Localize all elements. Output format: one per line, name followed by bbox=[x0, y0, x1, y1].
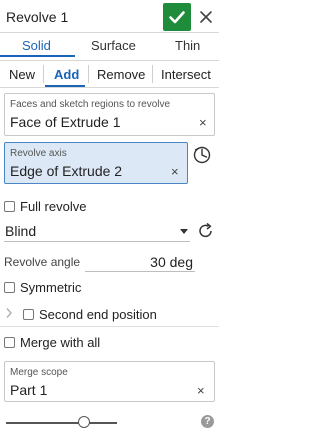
revolve-angle-value: 30 deg bbox=[150, 254, 193, 270]
clear-faces-button[interactable]: × bbox=[199, 115, 207, 130]
operation-tabs: New Add Remove Intersect bbox=[0, 60, 219, 88]
second-end-position-checkbox[interactable]: Second end position bbox=[23, 306, 157, 322]
symmetric-box[interactable] bbox=[4, 281, 15, 293]
end-type-value: Blind bbox=[5, 223, 37, 239]
axis-field-label: Revolve axis bbox=[10, 148, 67, 159]
axis-direction-icon[interactable] bbox=[192, 145, 212, 165]
symmetric-checkbox[interactable]: Symmetric bbox=[4, 279, 81, 295]
clear-axis-button[interactable]: × bbox=[171, 164, 179, 179]
op-intersect[interactable]: Intersect bbox=[161, 67, 211, 82]
tab-solid[interactable]: Solid bbox=[22, 38, 51, 53]
slider-handle[interactable] bbox=[78, 416, 90, 428]
revolve-angle-input[interactable]: 30 deg bbox=[85, 251, 195, 272]
merge-scope-field[interactable]: Merge scope Part 1 × bbox=[4, 361, 215, 402]
clear-merge-scope-button[interactable]: × bbox=[197, 383, 205, 398]
slider-track[interactable] bbox=[6, 422, 117, 424]
revolve-angle-label: Revolve angle bbox=[4, 255, 81, 269]
faces-to-revolve-field[interactable]: Faces and sketch regions to revolve Face… bbox=[4, 93, 215, 136]
op-new[interactable]: New bbox=[9, 67, 35, 82]
chevron-right-icon[interactable] bbox=[5, 307, 13, 319]
active-op-indicator bbox=[45, 85, 85, 87]
op-separator bbox=[152, 65, 153, 83]
help-icon[interactable]: ? bbox=[201, 415, 214, 428]
merge-scope-value: Part 1 bbox=[10, 382, 48, 398]
section-divider bbox=[0, 326, 219, 327]
full-revolve-label: Full revolve bbox=[20, 198, 87, 214]
op-add[interactable]: Add bbox=[54, 67, 79, 82]
merge-scope-label: Merge scope bbox=[10, 367, 68, 378]
tab-surface[interactable]: Surface bbox=[91, 38, 136, 53]
flip-direction-icon[interactable] bbox=[197, 222, 215, 240]
merge-with-all-label: Merge with all bbox=[20, 334, 101, 350]
tab-thin[interactable]: Thin bbox=[175, 38, 200, 53]
cancel-button[interactable] bbox=[193, 3, 219, 31]
end-type-select[interactable]: Blind bbox=[4, 220, 190, 242]
axis-field-value: Edge of Extrude 2 bbox=[10, 163, 123, 179]
accept-button[interactable] bbox=[163, 3, 191, 31]
second-end-box[interactable] bbox=[23, 308, 34, 320]
merge-with-all-box[interactable] bbox=[4, 336, 15, 348]
faces-field-label: Faces and sketch regions to revolve bbox=[10, 99, 171, 110]
body-type-tabs: Solid Surface Thin bbox=[0, 34, 219, 58]
op-remove[interactable]: Remove bbox=[97, 67, 145, 82]
symmetric-label: Symmetric bbox=[20, 279, 82, 295]
checkmark-icon bbox=[169, 11, 185, 24]
op-separator bbox=[43, 65, 44, 83]
full-revolve-box[interactable] bbox=[4, 200, 15, 212]
merge-with-all-checkbox[interactable]: Merge with all bbox=[4, 334, 100, 350]
dialog-title: Revolve 1 bbox=[6, 9, 69, 25]
revolve-axis-field[interactable]: Revolve axis Edge of Extrude 2 × bbox=[4, 142, 188, 184]
dialog-header: Revolve 1 bbox=[0, 0, 219, 33]
revolve-angle-row: Revolve angle 30 deg bbox=[4, 251, 195, 273]
faces-field-value: Face of Extrude 1 bbox=[10, 114, 121, 130]
op-separator bbox=[88, 65, 89, 83]
second-end-label: Second end position bbox=[39, 306, 157, 322]
close-icon bbox=[200, 11, 212, 23]
full-revolve-checkbox[interactable]: Full revolve bbox=[4, 198, 86, 214]
active-tab-indicator bbox=[0, 55, 75, 57]
chevron-down-icon bbox=[180, 229, 188, 234]
